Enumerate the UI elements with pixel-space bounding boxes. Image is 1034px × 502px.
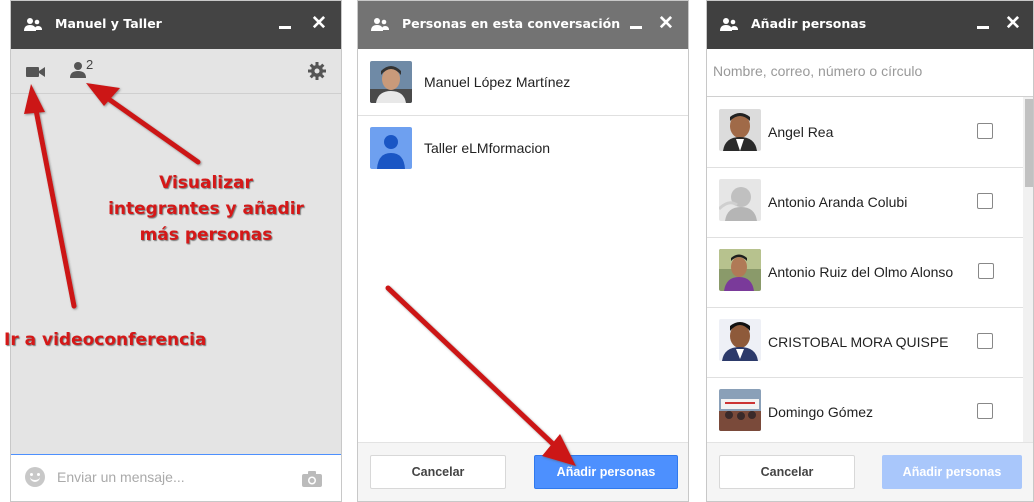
people-icon bbox=[720, 18, 738, 31]
contact-row[interactable]: CRISTOBAL MORA QUISPE bbox=[707, 307, 1023, 377]
avatar bbox=[370, 127, 412, 169]
chat-window: Manuel y Taller ✕ 2 bbox=[10, 0, 342, 502]
message-input[interactable] bbox=[57, 469, 277, 485]
close-icon[interactable]: ✕ bbox=[1003, 14, 1023, 34]
contact-checkbox[interactable] bbox=[977, 333, 993, 349]
minimize-icon[interactable] bbox=[279, 21, 293, 29]
contact-row[interactable]: Domingo Gómez bbox=[707, 377, 1023, 447]
search-box bbox=[707, 49, 1033, 97]
contact-checkbox[interactable] bbox=[977, 123, 993, 139]
chat-body: 2 bbox=[11, 49, 341, 455]
close-icon[interactable]: ✕ bbox=[656, 14, 676, 34]
contact-name: Angel Rea bbox=[768, 124, 834, 140]
avatar bbox=[719, 319, 761, 361]
chat-toolbar: 2 bbox=[11, 49, 341, 94]
contact-checkbox[interactable] bbox=[977, 403, 993, 419]
avatar bbox=[370, 61, 412, 103]
contact-checkbox[interactable] bbox=[978, 263, 994, 279]
camera-icon[interactable] bbox=[301, 470, 323, 488]
people-title: Personas en esta conversación bbox=[402, 16, 621, 31]
contact-checkbox[interactable] bbox=[977, 193, 993, 209]
add-people-button[interactable]: Añadir personas bbox=[882, 455, 1022, 489]
people-icon bbox=[371, 18, 389, 31]
contact-name: Antonio Ruiz del Olmo Alonso bbox=[768, 264, 954, 280]
add-footer: Cancelar Añadir personas bbox=[707, 442, 1033, 501]
chat-titlebar[interactable]: Manuel y Taller ✕ bbox=[11, 1, 341, 49]
contacts-scrollbar[interactable] bbox=[1023, 97, 1033, 445]
participant-count: 2 bbox=[86, 57, 94, 72]
close-icon[interactable]: ✕ bbox=[309, 14, 329, 34]
minimize-icon[interactable] bbox=[630, 21, 644, 29]
person-row[interactable]: Taller eLMformacion bbox=[358, 115, 688, 181]
add-title: Añadir personas bbox=[751, 16, 867, 31]
annotation-video: Ir a videoconferencia bbox=[4, 330, 207, 350]
cancel-button[interactable]: Cancelar bbox=[719, 455, 855, 489]
contact-name: Domingo Gómez bbox=[768, 404, 874, 420]
smiley-icon[interactable] bbox=[25, 467, 45, 487]
search-input[interactable] bbox=[713, 63, 1013, 79]
minimize-icon[interactable] bbox=[977, 21, 991, 29]
add-people-button[interactable]: Añadir personas bbox=[534, 455, 678, 489]
person-row[interactable]: Manuel López Martínez bbox=[358, 49, 688, 115]
add-titlebar[interactable]: Añadir personas ✕ bbox=[707, 1, 1033, 49]
people-titlebar[interactable]: Personas en esta conversación ✕ bbox=[358, 1, 688, 49]
contact-row[interactable]: Angel Rea bbox=[707, 97, 1023, 167]
add-people-window: Añadir personas ✕ Angel Rea Antonio Aran… bbox=[706, 0, 1034, 502]
people-icon bbox=[24, 18, 42, 31]
person-name: Manuel López Martínez bbox=[424, 74, 571, 90]
people-footer: Cancelar Añadir personas bbox=[358, 442, 688, 501]
contact-row[interactable]: Antonio Aranda Colubi bbox=[707, 167, 1023, 237]
people-window: Personas en esta conversación ✕ Manuel L… bbox=[357, 0, 689, 502]
video-camera-icon[interactable] bbox=[25, 65, 47, 79]
avatar bbox=[719, 179, 761, 221]
scrollbar-thumb[interactable] bbox=[1025, 99, 1033, 187]
person-name: Taller eLMformacion bbox=[424, 140, 551, 156]
cancel-button[interactable]: Cancelar bbox=[370, 455, 506, 489]
contact-row[interactable]: Antonio Ruiz del Olmo Alonso bbox=[707, 237, 1023, 307]
avatar bbox=[719, 109, 761, 151]
avatar bbox=[719, 249, 761, 291]
avatar bbox=[719, 389, 761, 431]
gear-icon[interactable] bbox=[307, 61, 327, 81]
contact-name: CRISTOBAL MORA QUISPE bbox=[768, 334, 949, 350]
annotation-participants: Visualizar integrantes y añadir más person… bbox=[108, 173, 304, 245]
chat-title: Manuel y Taller bbox=[55, 16, 162, 31]
message-bar bbox=[11, 454, 341, 501]
contact-name: Antonio Aranda Colubi bbox=[768, 194, 908, 210]
